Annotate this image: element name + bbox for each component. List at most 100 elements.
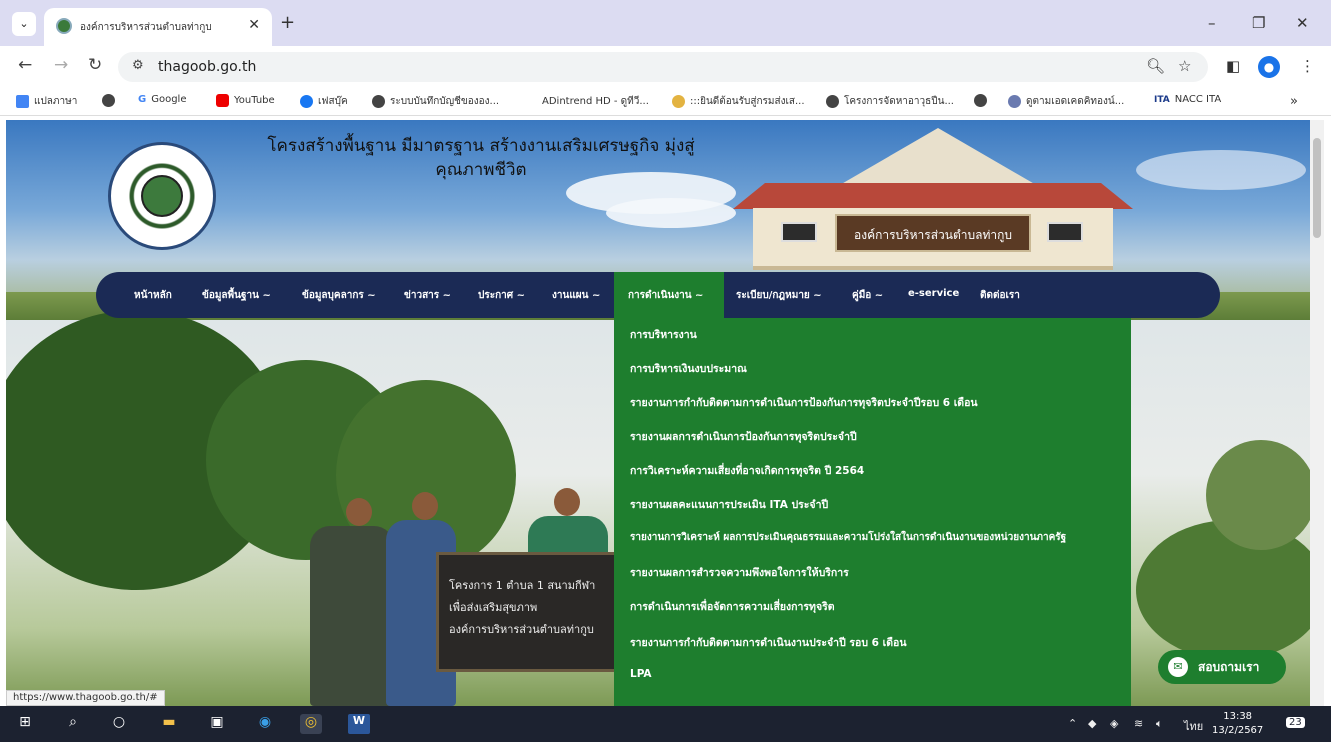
dropdown-item[interactable]: รายงานการกำกับติดตามการดำเนินการป้องกันก… [630, 394, 978, 411]
bookmark-google[interactable]: G Google [138, 94, 186, 105]
building-roof [838, 128, 1038, 186]
bookmark-adintrend[interactable]: ADintrend HD - ดูทีวี... [542, 94, 649, 109]
bookmark-welcome[interactable]: :::ยินดีต้อนรับสู่กรมส่งเส... [672, 94, 805, 109]
dropdown-item[interactable]: รายงานผลการดำเนินการป้องกันการทุจริตประจ… [630, 428, 857, 445]
address-bar[interactable]: ⚙ thagoob.go.th [118, 52, 1208, 82]
person [310, 526, 394, 706]
more-menu-icon[interactable]: ⋮ [1300, 57, 1315, 75]
profile-avatar[interactable]: ● [1258, 56, 1280, 78]
search-icon[interactable]: ⌕ [62, 714, 84, 734]
bookmark-firearms[interactable]: โครงการจัดหาอาวุธปืน... [826, 94, 954, 109]
person-head [412, 492, 438, 520]
file-explorer-icon[interactable]: ▬ [158, 714, 180, 734]
reload-button[interactable]: ↻ [88, 55, 102, 75]
dropdown-item[interactable]: รายงานผลการสำรวจความพึงพอใจการให้บริการ [630, 564, 849, 581]
tray-chevron-icon[interactable]: ⌃ [1068, 717, 1077, 730]
input-language[interactable]: ไทย [1184, 717, 1203, 735]
dropdown-item[interactable]: รายงานการวิเคราะห์ ผลการประเมินคุณธรรมแล… [630, 530, 1066, 545]
chevron-down-icon: ⌄ [19, 17, 29, 30]
forward-button[interactable]: → [54, 55, 68, 75]
back-button[interactable]: ← [18, 55, 32, 75]
wifi-icon[interactable]: ≋ [1134, 717, 1143, 730]
bookmark-youtube[interactable]: YouTube [216, 94, 275, 107]
site-favicon-icon [56, 18, 72, 34]
translate-icon [16, 95, 29, 108]
nav-regulations[interactable]: ระเบียบ/กฎหมาย ~ [736, 288, 822, 303]
dropdown-item[interactable]: LPA [630, 668, 652, 680]
bookmark-globe[interactable] [102, 94, 115, 107]
main-navigation: หน้าหลัก ข้อมูลพื้นฐาน ~ ข้อมูลบุคลากร ~… [96, 272, 1220, 318]
building-wall: องค์การบริหารส่วนตำบลท่ากูบ [753, 208, 1113, 270]
chrome-icon[interactable]: ◎ [300, 714, 322, 734]
cortana-icon[interactable]: ○ [108, 714, 130, 734]
building-roof-wing [733, 183, 1133, 209]
site-info-icon[interactable]: ⚙ [132, 58, 144, 73]
dropdown-item[interactable]: รายงานการกำกับติดตามการดำเนินงานประจำปี … [630, 634, 907, 651]
nav-home[interactable]: หน้าหลัก [134, 288, 172, 303]
close-tab-icon[interactable]: ✕ [248, 17, 260, 33]
tree [1206, 440, 1310, 550]
messenger-icon: ✉ [1168, 657, 1188, 677]
nav-news[interactable]: ข่าวสาร ~ [404, 288, 451, 303]
cloud [1136, 150, 1306, 190]
new-tab-button[interactable]: + [280, 12, 295, 33]
side-panel-icon[interactable]: ◧ [1226, 57, 1240, 75]
nav-plans[interactable]: งานแผน ~ [552, 288, 600, 303]
url-text[interactable]: thagoob.go.th [158, 59, 256, 75]
scrollbar-thumb[interactable] [1313, 138, 1321, 238]
chat-button[interactable]: ✉ สอบถามเรา [1158, 650, 1286, 684]
google-icon: G [138, 94, 147, 105]
volume-muted-icon[interactable]: 🔈︎ [1156, 717, 1163, 731]
dropdown-item[interactable]: รายงานผลคะแนนการประเมิน ITA ประจำปี [630, 496, 828, 513]
site-logo[interactable] [108, 142, 216, 250]
bookmark-accounting[interactable]: ระบบบันทึกบัญชีขององ... [372, 94, 499, 109]
nav-e-service[interactable]: e-service [908, 288, 959, 299]
dropdown-item[interactable]: การวิเคราะห์ความเสี่ยงที่อาจเกิดการทุจริ… [630, 462, 864, 479]
notification-center-badge[interactable]: 23 [1286, 717, 1305, 728]
bookmarks-bar: แปลภาษา G Google YouTube เฟสบุ๊ค ระบบบันท… [0, 86, 1331, 116]
nav-basic-info[interactable]: ข้อมูลพื้นฐาน ~ [202, 288, 271, 303]
dropdown-item[interactable]: การบริหารเงินงบประมาณ [630, 360, 747, 377]
globe-icon [974, 94, 987, 107]
dropdown-item[interactable]: การบริหารงาน [630, 326, 697, 343]
person-head [554, 488, 580, 516]
office-building: องค์การบริหารส่วนตำบลท่ากูบ [733, 128, 1133, 278]
link-status-bar: https://www.thagoob.go.th/# [6, 690, 165, 706]
emblem-icon [672, 95, 685, 108]
tray-app-icon[interactable]: ◆ [1088, 717, 1096, 730]
globe-icon [826, 95, 839, 108]
nav-personnel[interactable]: ข้อมูลบุคลากร ~ [302, 288, 376, 303]
youtube-icon [216, 94, 229, 107]
zoom-icon[interactable]: 🔍︎ [1146, 57, 1165, 75]
word-icon[interactable]: W [348, 714, 370, 734]
windows-start-icon[interactable]: ⊞ [14, 714, 36, 734]
emblem-icon [1008, 95, 1021, 108]
minimize-button[interactable]: – [1208, 14, 1216, 32]
browser-toolbar: ← → ↻ ⚙ thagoob.go.th 🔍︎ ☆ ◧ ● ⋮ [0, 46, 1331, 86]
tab-search-button[interactable]: ⌄ [12, 12, 36, 36]
bookmark-star-icon[interactable]: ☆ [1178, 57, 1191, 75]
bookmark-translate[interactable]: แปลภาษา [16, 94, 77, 109]
tray-shield-icon[interactable]: ◈ [1110, 717, 1118, 730]
more-bookmarks-icon[interactable]: » [1290, 94, 1298, 109]
bookmark-thai[interactable]: ดูตามเอดเคดคิทองน์... [1008, 94, 1124, 109]
nav-operations[interactable]: การดำเนินงาน ~ [628, 288, 703, 303]
person-head [346, 498, 372, 526]
page-scrollbar[interactable] [1310, 120, 1324, 706]
system-clock[interactable]: 13:38 13/2/2567 [1212, 710, 1263, 738]
bookmark-facebook[interactable]: เฟสบุ๊ค [300, 94, 348, 109]
nav-manuals[interactable]: คู่มือ ~ [852, 288, 883, 303]
nav-announcements[interactable]: ประกาศ ~ [478, 288, 525, 303]
nav-contact[interactable]: ติดต่อเรา [980, 288, 1020, 303]
browser-tab[interactable]: องค์การบริหารส่วนตำบลท่ากูบ ✕ [44, 8, 272, 46]
edge-icon[interactable]: ◉ [254, 714, 276, 734]
store-icon[interactable]: ▣ [206, 714, 228, 734]
dropdown-item[interactable]: การดำเนินการเพื่อจัดการความเสี่ยงการทุจร… [630, 598, 835, 615]
web-page: โครงสร้างพื้นฐาน มีมาตรฐาน สร้างงานเสริม… [6, 120, 1310, 706]
browser-tab-strip: ⌄ องค์การบริหารส่วนตำบลท่ากูบ ✕ + – ❐ ✕ [0, 0, 1331, 46]
bookmark-nacc-ita[interactable]: ITA NACC ITA [1154, 94, 1221, 105]
building-window [1047, 222, 1083, 242]
restore-button[interactable]: ❐ [1252, 14, 1265, 32]
close-window-button[interactable]: ✕ [1296, 14, 1309, 32]
bookmark-globe-2[interactable] [974, 94, 987, 107]
